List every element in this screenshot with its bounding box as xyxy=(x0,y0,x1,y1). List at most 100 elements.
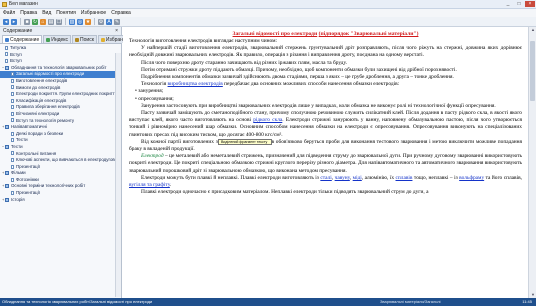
sidebar-item[interactable]: + Напівавтоматичні xyxy=(0,124,121,131)
back-icon[interactable]: ◂ xyxy=(3,18,9,25)
menu-bar: Файл Правка Вид Понятия Избранное Справк… xyxy=(0,9,536,17)
menu-concepts[interactable]: Понятия xyxy=(56,10,76,16)
sidebar-title: Содержание xyxy=(3,28,33,34)
sidebar-item[interactable]: + Основні терміни технологічних робіт xyxy=(0,183,121,190)
tooltip: Виділений фрагмент тексту xyxy=(218,139,272,145)
paragraph: Електроди можуть бути плавкі й неплавкі.… xyxy=(129,175,522,189)
link-cast-iron[interactable]: чавуну xyxy=(335,175,350,181)
text: передбачає два основних можливих способи… xyxy=(224,81,400,88)
sidebar-item[interactable]: Вступ xyxy=(0,58,121,65)
scroll-thumb[interactable] xyxy=(530,41,535,101)
link-copper[interactable]: міді xyxy=(353,175,362,181)
sidebar-item[interactable]: Презентації xyxy=(0,164,121,171)
paragraph: Технологія виробництва електродів передб… xyxy=(129,81,522,88)
sidebar-item[interactable]: Презентації xyxy=(0,190,121,197)
font-size-icon[interactable]: A xyxy=(106,18,112,25)
forward-icon[interactable]: ▸ xyxy=(11,18,17,25)
book-icon xyxy=(5,124,9,129)
maximize-button[interactable]: □ xyxy=(514,1,524,7)
link-steel[interactable]: сталі xyxy=(320,175,331,181)
sidebar-item-label: Тести xyxy=(16,137,28,143)
link-alloys[interactable]: сплавів xyxy=(396,175,413,181)
book-icon xyxy=(5,171,9,176)
sidebar-scrollbar[interactable] xyxy=(115,53,121,297)
sidebar-item-label: Електроди покриття. Групи електродних по… xyxy=(16,91,119,97)
stop-icon[interactable]: ■ xyxy=(24,18,30,25)
minimize-button[interactable]: _ xyxy=(503,1,513,7)
toolbar-divider xyxy=(65,18,66,25)
page-title: Загальні відомості про електроди (підпор… xyxy=(129,30,522,38)
page-icon xyxy=(11,92,14,96)
link-carbon-graphite[interactable]: вугілля та графіту xyxy=(129,182,170,188)
sidebar-item-label: Презентації xyxy=(16,163,40,169)
paragraph: Плавкі електроди одночасно є присадковим… xyxy=(141,189,429,196)
sidebar-item-label: Напівавтоматичні xyxy=(11,124,47,130)
sidebar-tabs: Содержание Индекс Поиск Избранное xyxy=(0,35,135,44)
page-icon xyxy=(11,164,14,169)
print-icon[interactable]: ▤ xyxy=(48,18,54,25)
tab-contents[interactable]: Содержание xyxy=(2,35,43,43)
menu-file[interactable]: Файл xyxy=(3,10,15,16)
sidebar-item[interactable]: − Обладнання та технологія зварювальних р… xyxy=(0,65,121,72)
favorites-icon[interactable]: ★ xyxy=(85,18,91,25)
sidebar-item[interactable]: Загальні відомості про електроди xyxy=(0,71,121,78)
sidebar-item[interactable]: − Тести xyxy=(0,144,121,151)
sidebar-item[interactable]: + Історія xyxy=(0,197,121,204)
sidebar-item[interactable]: Вступ xyxy=(0,52,121,59)
sidebar-item-label: Основні терміни технологічних робіт xyxy=(11,183,86,189)
status-breadcrumb: Зварювальні матеріали/Загальні xyxy=(380,299,441,304)
link-tungsten[interactable]: вольфраму xyxy=(459,175,484,181)
close-window-button[interactable]: × xyxy=(525,1,535,7)
tab-search[interactable]: Поиск xyxy=(72,35,97,43)
sidebar-item-label: Титулка xyxy=(10,45,27,50)
page-icon xyxy=(11,118,14,123)
sidebar-item[interactable]: Деякі поради з безпеки xyxy=(0,131,121,138)
highlight-icon[interactable]: ✎ xyxy=(114,18,120,25)
link-electrode-production[interactable]: виробництва електродів xyxy=(168,81,223,87)
close-icon[interactable]: × xyxy=(115,27,118,35)
menu-help[interactable]: Справка xyxy=(111,10,131,16)
sidebar-item[interactable]: Вітчизняні електроди xyxy=(0,111,121,118)
sidebar-item[interactable]: Вступ та технологія ремонту xyxy=(0,118,121,125)
sidebar-item[interactable]: Тести xyxy=(0,137,121,144)
sidebar-item[interactable]: Класифікація електродів xyxy=(0,98,121,105)
link-liquid-glass[interactable]: рідкого скла xyxy=(253,117,282,123)
sidebar-item[interactable]: Вимоги до електродів xyxy=(0,85,121,92)
hide-tabs-icon[interactable]: ▥ xyxy=(69,18,75,25)
locate-icon[interactable]: ◎ xyxy=(77,18,83,25)
sidebar-item-label: Вимоги до електродів xyxy=(16,84,61,90)
tab-index[interactable]: Индекс xyxy=(43,35,72,43)
sidebar-item[interactable]: Ключові аспекти, що вивчаються в електро… xyxy=(0,157,121,164)
page-icon xyxy=(11,157,14,162)
sidebar-item[interactable]: Правила зберігання електродів xyxy=(0,104,121,111)
sidebar-item[interactable]: Фотознімки xyxy=(0,177,121,184)
menu-view[interactable]: Вид xyxy=(42,10,51,16)
home-icon[interactable]: ⌂ xyxy=(40,18,46,25)
options-icon[interactable]: ⚙ xyxy=(98,18,104,25)
tab-label: Поиск xyxy=(80,36,94,43)
sidebar-item-label: Вітчизняні електроди xyxy=(16,110,60,116)
sidebar-item-label: Тести xyxy=(11,143,23,149)
paragraph: Після чого поверхню дроту старанно зачищ… xyxy=(141,59,347,66)
document-scrollbar[interactable]: ▲ ▼ xyxy=(528,27,536,298)
sidebar-item[interactable]: Контрольні питання xyxy=(0,151,121,158)
paragraph: Електрод – це металевий або неметалевий … xyxy=(129,153,522,175)
menu-edit[interactable]: Правка xyxy=(20,10,37,16)
refresh-icon[interactable]: ↻ xyxy=(32,18,38,25)
sidebar-item[interactable]: Електроди покриття. Групи електродних по… xyxy=(0,91,121,98)
book-icon xyxy=(5,65,9,70)
sidebar-item[interactable]: Виготовлення електродів xyxy=(0,78,121,85)
menu-favorites[interactable]: Избранное xyxy=(81,10,106,16)
sidebar-item[interactable]: Титулка xyxy=(0,45,121,52)
page-icon xyxy=(11,85,14,90)
scroll-up-icon[interactable]: ▲ xyxy=(529,27,536,33)
page-icon xyxy=(11,151,14,156)
book-icon xyxy=(5,144,9,149)
sidebar-item-label: Деякі поради з безпеки xyxy=(16,130,64,136)
paragraph: Від кожної партії виготовлених зварюваль… xyxy=(129,138,522,153)
sidebar-item[interactable]: + Фільми xyxy=(0,170,121,177)
sidebar-item-label: Контрольні питання xyxy=(16,150,57,156)
copy-icon[interactable]: ❐ xyxy=(56,18,62,25)
title-sub: (підпорядок "Зварювальні матеріали") xyxy=(318,31,419,37)
contents-tree: Титулка Вступ Вступ − Обладнання та технолог… xyxy=(0,44,121,203)
